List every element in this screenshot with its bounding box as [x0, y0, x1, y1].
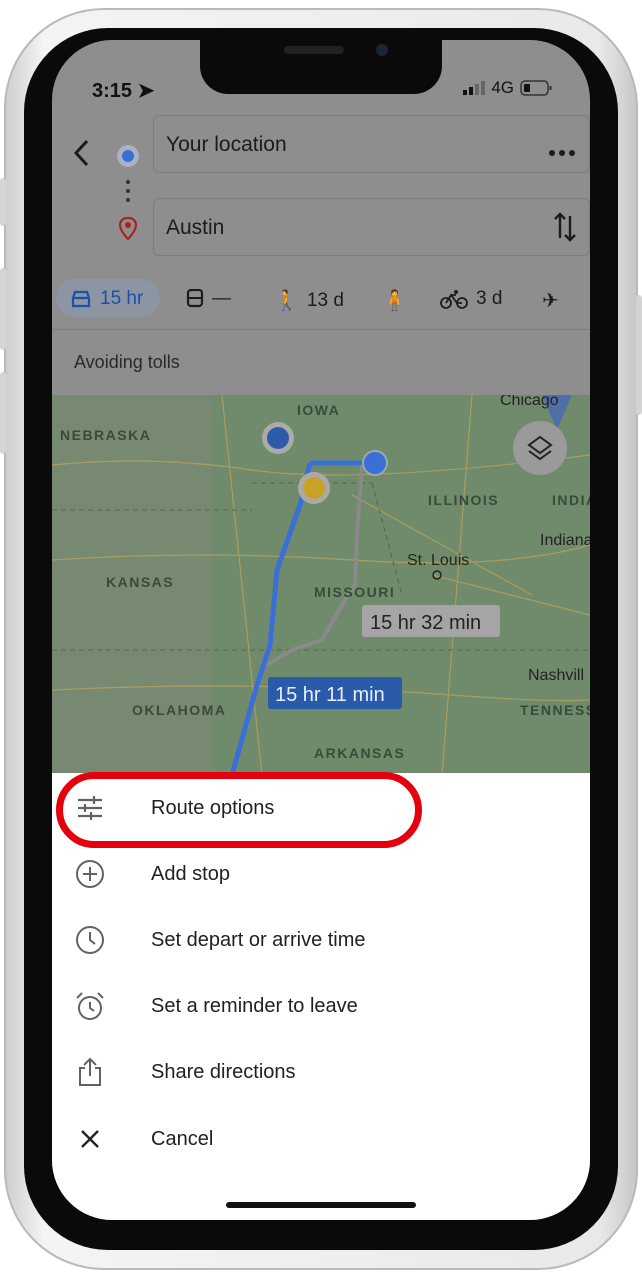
mode-label: 13 d [306, 289, 344, 311]
destination-pin-icon [118, 216, 138, 241]
more-options-icon[interactable] [548, 148, 576, 158]
svg-text:Chicago: Chicago [500, 395, 559, 409]
primary-route-time: 15 hr 11 min [275, 684, 385, 706]
route-dots-icon [126, 180, 130, 202]
side-button [636, 295, 642, 415]
svg-text:IOWA: IOWA [297, 402, 340, 418]
mode-label: 15 hr [100, 288, 144, 309]
mode-label: — [212, 288, 231, 309]
notch [200, 40, 442, 94]
close-icon [81, 1130, 99, 1148]
mode-ride[interactable]: 🧍 [382, 288, 407, 313]
svg-text:ARKANSAS: ARKANSAS [314, 745, 405, 761]
origin-input[interactable]: Your location [153, 115, 590, 173]
svg-text:TENNESS: TENNESS [520, 702, 590, 718]
svg-text:INDIA: INDIA [552, 492, 590, 508]
add-circle-icon [76, 860, 104, 888]
svg-text:NEBRASKA: NEBRASKA [60, 427, 151, 443]
menu-item-add-stop[interactable]: Add stop [52, 844, 590, 904]
menu-label: Cancel [151, 1127, 214, 1150]
svg-text:KANSAS: KANSAS [106, 574, 174, 590]
status-right: 4G [463, 78, 552, 98]
mode-label: 3 d [476, 288, 503, 309]
route-note: Avoiding tolls [74, 352, 180, 372]
divider [52, 329, 590, 330]
screen: 3:15 ➤ 4G Your location Austin 15 hr — 🚶… [52, 40, 590, 1220]
svg-text:Nashvill: Nashvill [528, 667, 584, 684]
highlight-ring [56, 772, 422, 848]
mode-driving[interactable]: 15 hr [70, 288, 143, 310]
status-time: 3:15 ➤ [92, 80, 155, 102]
volume-up-button [0, 268, 6, 350]
ride-icon: 🧍 [382, 290, 407, 312]
share-icon [79, 1057, 101, 1086]
swap-icon[interactable] [552, 210, 578, 244]
svg-text:ILLINOIS: ILLINOIS [428, 492, 499, 508]
svg-text:Indiana: Indiana [540, 532, 590, 549]
menu-label: Set a reminder to leave [151, 994, 358, 1017]
transit-icon [186, 289, 204, 308]
menu-item-depart-time[interactable]: Set depart or arrive time [52, 910, 590, 970]
menu-label: Set depart or arrive time [151, 928, 366, 951]
menu-label: Add stop [151, 862, 230, 885]
bike-icon [440, 290, 468, 309]
location-arrow-icon: ➤ [137, 80, 155, 102]
back-icon[interactable] [70, 138, 94, 170]
flight-icon: ✈ [542, 290, 559, 312]
network-label: 4G [491, 78, 514, 97]
menu-item-reminder[interactable]: Set a reminder to leave [52, 976, 590, 1036]
menu-label: Share directions [151, 1060, 296, 1083]
layers-button [513, 421, 567, 475]
mode-flight[interactable]: ✈ [542, 288, 559, 313]
signal-icon [463, 81, 486, 95]
alarm-icon [76, 992, 104, 1020]
mode-walking[interactable]: 🚶 13 d [274, 288, 344, 313]
mode-transit[interactable]: — [186, 288, 231, 310]
car-icon [71, 290, 91, 308]
svg-text:MISSOURI: MISSOURI [314, 584, 395, 600]
menu-item-share[interactable]: Share directions [52, 1042, 590, 1102]
alt-route-time: 15 hr 32 min [370, 612, 481, 634]
home-indicator[interactable] [226, 1202, 416, 1208]
mute-switch [0, 178, 6, 226]
battery-icon [520, 80, 552, 96]
clock-icon [76, 926, 104, 954]
svg-text:St. Louis: St. Louis [407, 552, 469, 569]
menu-item-cancel[interactable]: Cancel [52, 1109, 590, 1169]
origin-dot-icon [117, 145, 139, 167]
destination-input[interactable]: Austin [153, 198, 590, 256]
map[interactable]: IOWA NEBRASKA ILLINOIS INDIA Chicago Ind… [52, 395, 590, 775]
origin-marker [362, 450, 388, 476]
mode-cycling[interactable]: 3 d [440, 288, 502, 310]
volume-down-button [0, 372, 6, 454]
walk-icon: 🚶 [274, 290, 299, 312]
svg-text:OKLAHOMA: OKLAHOMA [132, 702, 226, 718]
